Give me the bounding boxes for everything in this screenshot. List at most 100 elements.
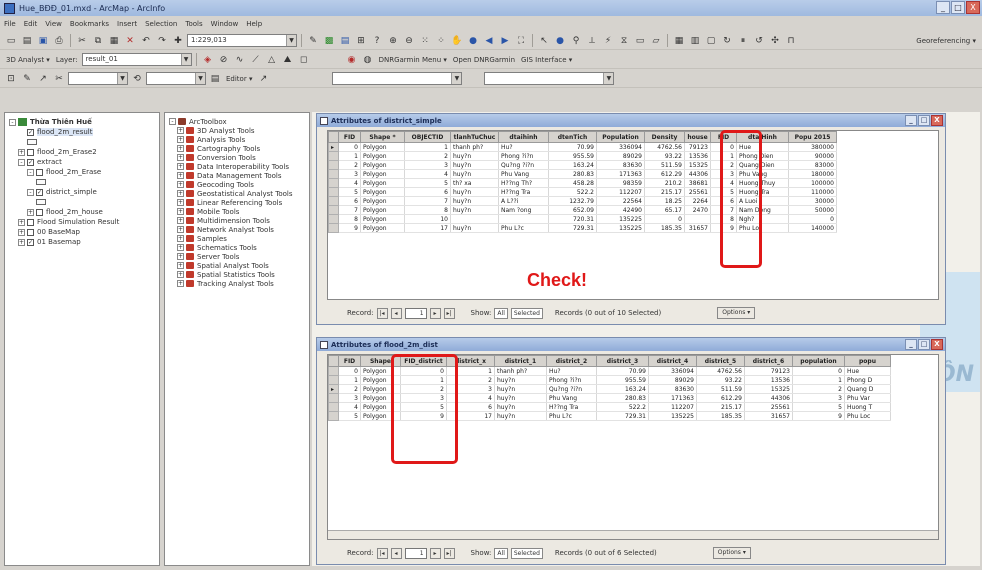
toolbox-item[interactable]: + Samples (169, 234, 305, 243)
column-header[interactable]: district_5 (696, 355, 745, 367)
table-cell[interactable]: 511.59 (696, 384, 745, 394)
dnr-icon[interactable]: ◉ (345, 53, 359, 67)
table-cell[interactable]: 180000 (788, 169, 837, 179)
toolbox-item[interactable]: + Spatial Statistics Tools (169, 270, 305, 279)
first-record-button[interactable]: |◂ (376, 307, 388, 319)
pan-icon[interactable]: ✋ (450, 34, 464, 48)
forward-extent-icon[interactable]: ▶ (498, 34, 512, 48)
menu-item-view[interactable]: View (45, 20, 62, 28)
table-cell[interactable] (684, 214, 711, 224)
table-cell[interactable]: 210.2 (644, 178, 685, 188)
table-cell[interactable]: huy?n (494, 411, 547, 421)
table-cell[interactable]: H??ng Th? (498, 178, 549, 188)
select-elements-icon[interactable]: ↖ (537, 34, 551, 48)
table-cell[interactable]: Phu Vang (546, 393, 597, 403)
draw-icon[interactable]: ▱ (649, 34, 663, 48)
toolbox-item[interactable]: + Cartography Tools (169, 144, 305, 153)
table-cell[interactable]: Polygon (360, 214, 405, 224)
table-cell[interactable]: 9 (792, 411, 845, 421)
expand-icon[interactable]: + (177, 244, 184, 251)
table-cell[interactable]: 70.99 (548, 142, 597, 152)
column-header[interactable]: Shape * (360, 131, 405, 143)
analyst-tool-2-icon[interactable]: ⊘ (217, 53, 231, 67)
table-cell[interactable]: 185.35 (696, 411, 745, 421)
expand-icon[interactable]: + (177, 127, 184, 134)
toolbox-item[interactable]: + Analysis Tools (169, 135, 305, 144)
toc-item[interactable]: + flood_2m_house (9, 207, 155, 217)
menu-item-tools[interactable]: Tools (185, 20, 202, 28)
menu-item-bookmarks[interactable]: Bookmarks (70, 20, 109, 28)
next-record-button[interactable]: ▸ (429, 547, 441, 559)
layer-visibility-checkbox[interactable] (36, 208, 43, 216)
table-cell[interactable]: 458.28 (548, 178, 597, 188)
ruler-icon[interactable]: ⊓ (784, 34, 798, 48)
open-dnrgarmin-button[interactable]: Open DNRGarmin (451, 56, 517, 64)
row-selector[interactable] (328, 205, 339, 215)
edit-scissors-icon[interactable]: ✂ (52, 72, 66, 86)
menu-item-edit[interactable]: Edit (24, 20, 38, 28)
layer-visibility-checkbox[interactable] (36, 168, 43, 176)
table-cell[interactable]: 720.31 (548, 214, 597, 224)
table-cell[interactable]: Phong ?i?n (546, 375, 597, 385)
time-slider-icon[interactable]: ⧖ (617, 34, 631, 48)
table-cell[interactable]: huy?n (494, 393, 547, 403)
show-selected-button[interactable]: Selected (510, 307, 543, 319)
toc-item[interactable]: + Flood Simulation Result (9, 217, 155, 227)
record-number-input[interactable]: 1 (404, 307, 427, 319)
last-record-button[interactable]: ▸| (443, 307, 455, 319)
expand-icon[interactable]: + (177, 271, 184, 278)
table-cell[interactable]: 93.22 (696, 375, 745, 385)
analyst-tool-3-icon[interactable]: ∿ (233, 53, 247, 67)
row-selector[interactable] (328, 178, 339, 188)
toc-item[interactable] (9, 137, 155, 147)
table-cell[interactable]: 1 (792, 375, 845, 385)
table-cell[interactable]: 112207 (596, 187, 645, 197)
previous-record-button[interactable]: ◂ (390, 547, 402, 559)
expand-icon[interactable]: + (177, 181, 184, 188)
table-cell[interactable]: 135225 (648, 411, 697, 421)
table-cell[interactable]: 5 (792, 402, 845, 412)
table-cell[interactable]: 7 (404, 196, 451, 206)
copy-icon[interactable]: ⧉ (91, 34, 105, 48)
table-cell[interactable]: 25561 (744, 402, 793, 412)
table-cell[interactable]: Phu Vang (498, 169, 549, 179)
column-header[interactable]: population (792, 355, 845, 367)
table-cell[interactable]: 5 (338, 187, 361, 197)
row-selector[interactable] (328, 411, 339, 421)
expand-icon[interactable]: + (18, 218, 25, 226)
column-header[interactable]: FID (338, 131, 361, 143)
toolbox-item[interactable]: + Server Tools (169, 252, 305, 261)
table-cell[interactable]: 13536 (744, 375, 793, 385)
table-cell[interactable]: 5 (338, 411, 361, 421)
show-all-button[interactable]: All (494, 307, 508, 319)
collapse-icon[interactable]: - (27, 188, 34, 196)
column-header[interactable]: dtenTich (548, 131, 597, 143)
toc-item[interactable]: - ✓ extract (9, 157, 155, 167)
expand-icon[interactable]: + (177, 136, 184, 143)
3d-analyst-menu[interactable]: 3D Analyst ▾ (4, 56, 52, 64)
table-cell[interactable]: 4 (338, 178, 361, 188)
column-header[interactable]: popu (844, 355, 891, 367)
column-header[interactable]: house (684, 131, 711, 143)
expand-icon[interactable]: + (177, 190, 184, 197)
row-selector[interactable] (328, 187, 339, 197)
previous-record-button[interactable]: ◂ (390, 307, 402, 319)
toolbox-item[interactable]: + Tracking Analyst Tools (169, 279, 305, 288)
toolbox-item[interactable]: + Data Management Tools (169, 171, 305, 180)
new-icon[interactable]: ▭ (4, 34, 18, 48)
table-cell[interactable]: 79123 (684, 142, 711, 152)
expand-icon[interactable]: + (177, 145, 184, 152)
menu-item-insert[interactable]: Insert (117, 20, 137, 28)
table-cell[interactable]: 2 (338, 384, 361, 394)
model-builder-icon[interactable]: ⊞ (354, 34, 368, 48)
table-cell[interactable]: 280.83 (548, 169, 597, 179)
rotate-icon[interactable]: ↺ (752, 34, 766, 48)
edit-tool-icon[interactable]: ⊡ (4, 72, 18, 86)
collapse-icon[interactable]: - (18, 158, 25, 166)
toc-item[interactable]: - flood_2m_Erase (9, 167, 155, 177)
table-cell[interactable]: 15325 (684, 160, 711, 170)
attribute-table-grid[interactable]: FID Shape * OBJECTID tlanhTuChuc dtaihinh dte… (327, 130, 939, 300)
fixed-zoom-out-icon[interactable]: ⁘ (434, 34, 448, 48)
table-cell[interactable]: 110000 (788, 187, 837, 197)
toolbox-item[interactable]: + Multidimension Tools (169, 216, 305, 225)
